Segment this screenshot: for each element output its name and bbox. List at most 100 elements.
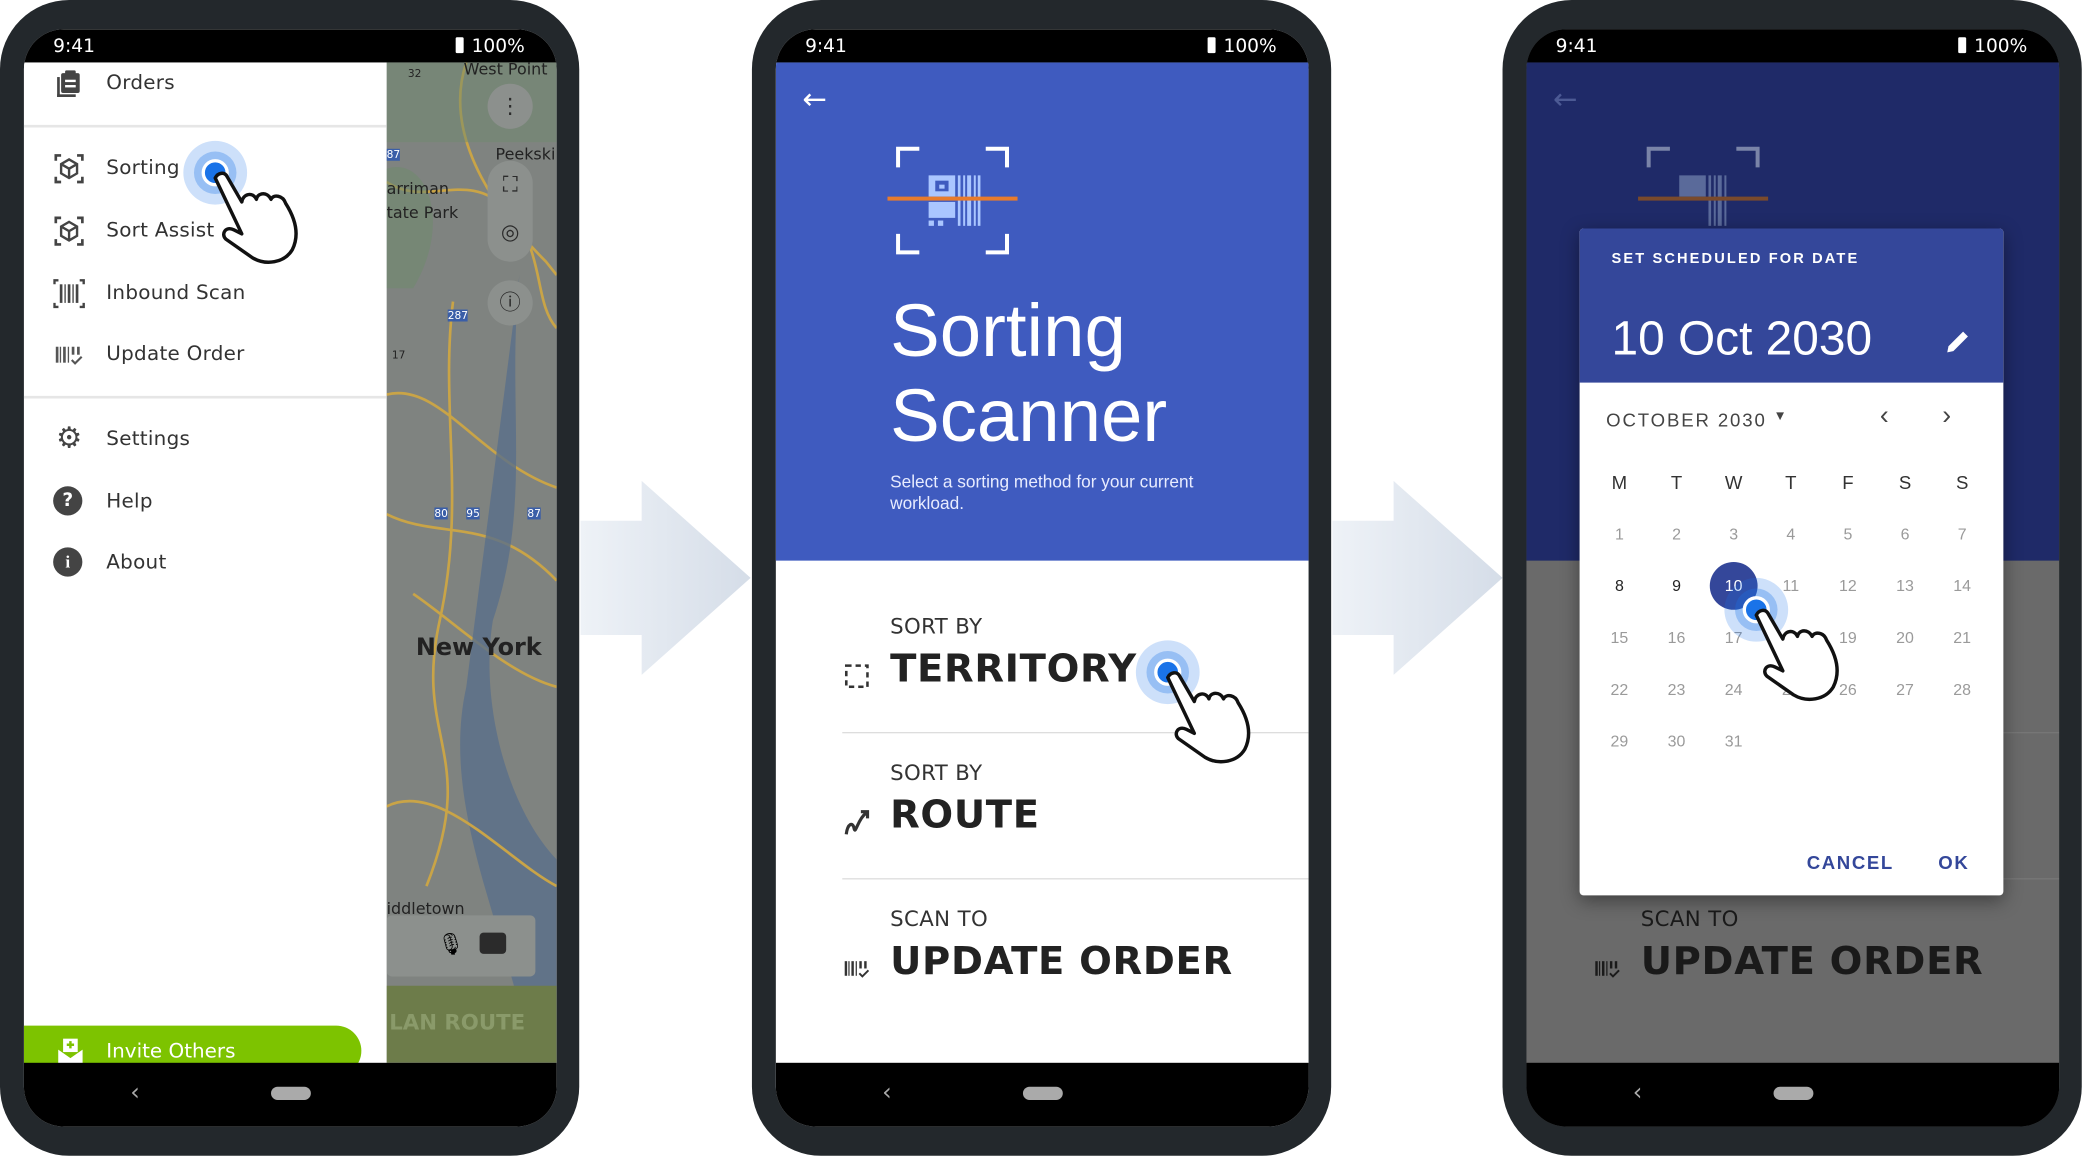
clipboard-icon <box>57 70 80 97</box>
barcode-check-icon <box>844 961 870 978</box>
invite-mail-icon <box>58 1038 83 1065</box>
fullscreen-icon[interactable]: ⛶ <box>488 161 533 209</box>
calendar-day[interactable]: 15 <box>1593 628 1646 647</box>
route-shield: 95 <box>466 507 480 520</box>
option-label: SCAN TO <box>890 906 989 932</box>
weekday-header: T <box>1670 471 1683 493</box>
drawer-item-label: About <box>106 549 167 574</box>
nav-back-icon[interactable]: ‹ <box>882 1079 892 1107</box>
drawer-item-inbound-scan[interactable]: Inbound Scan <box>24 270 387 318</box>
option-label: SCAN TO <box>1640 906 1739 932</box>
gear-icon: ⚙ <box>55 422 83 456</box>
calendar-day[interactable]: 29 <box>1593 732 1646 751</box>
battery-icon <box>1958 37 1967 54</box>
page-title: Sorting Scanner <box>890 288 1167 458</box>
calendar-day[interactable]: 5 <box>1821 525 1874 544</box>
option-value: UPDATE ORDER <box>890 937 1233 984</box>
tap-hand-cursor-icon <box>183 140 298 264</box>
plan-route-button[interactable]: LAN ROUTE <box>386 985 557 1063</box>
calendar-day[interactable]: 14 <box>1936 577 1989 596</box>
back-arrow-icon[interactable]: ← <box>802 84 826 117</box>
route-shield: 287 <box>447 309 469 322</box>
my-location-icon[interactable]: ◎ <box>488 209 533 257</box>
route-shield: 32 <box>407 67 422 80</box>
status-bar: 9:41 100% <box>1526 29 2060 63</box>
title-line: Sorting <box>890 288 1126 372</box>
weekday-header: S <box>1955 471 1969 493</box>
calendar-day[interactable]: 3 <box>1707 525 1760 544</box>
calendar-day[interactable]: 9 <box>1650 577 1703 596</box>
status-bar: 9:41 100% <box>775 29 1309 63</box>
calendar-day[interactable]: 16 <box>1650 628 1703 647</box>
calendar-day[interactable]: 28 <box>1936 680 1989 699</box>
calendar-day[interactable]: 8 <box>1593 577 1646 596</box>
more-options-icon[interactable]: ⋮ <box>487 83 533 129</box>
system-nav-bar: ‹ <box>775 1062 1309 1127</box>
hand-outline <box>1754 608 1839 702</box>
help-icon: ? <box>53 486 83 516</box>
calendar-day[interactable]: 31 <box>1707 732 1760 751</box>
phone-screen: ← Sorting Scanner Select a sorting metho… <box>775 29 1309 1127</box>
nav-back-icon[interactable]: ‹ <box>130 1079 140 1107</box>
scanner-header: ← Sorting Scanner Select a sorting metho… <box>775 62 1309 561</box>
step-arrow-icon <box>1332 480 1503 675</box>
route-shield: 80 <box>434 507 448 520</box>
ok-button[interactable]: OK <box>1938 852 1969 873</box>
option-value: ROUTE <box>890 791 1040 837</box>
option-value: UPDATE ORDER <box>1640 937 1984 984</box>
drawer-item-orders[interactable]: Orders <box>24 60 387 108</box>
weekday-header: M <box>1611 471 1628 493</box>
calendar-day[interactable]: 13 <box>1878 577 1931 596</box>
weekday-header: S <box>1898 471 1912 493</box>
option-label: SORT BY <box>890 613 983 640</box>
map-label: New York <box>415 633 542 662</box>
back-arrow-icon[interactable]: ← <box>1553 84 1577 117</box>
page-subtitle: Select a sorting method for your current… <box>890 471 1194 513</box>
nav-home-button[interactable] <box>1022 1086 1063 1100</box>
nav-home-button[interactable] <box>1773 1086 1814 1100</box>
status-time: 9:41 <box>805 35 847 58</box>
search-bar[interactable]: 🎙 <box>386 915 536 977</box>
map-view[interactable]: West Point Peekski arriman tate Park New… <box>386 62 557 1063</box>
calendar-day[interactable]: 7 <box>1936 525 1989 544</box>
status-time: 9:41 <box>1555 35 1598 58</box>
microphone-icon[interactable]: 🎙 <box>437 931 464 956</box>
drawer-item-label: Help <box>106 488 153 513</box>
calendar-day[interactable]: 23 <box>1650 680 1703 699</box>
calendar-day[interactable]: 6 <box>1878 525 1931 544</box>
option-scan-update-order[interactable]: SCAN TO UPDATE ORDER <box>776 879 1309 1012</box>
nav-back-icon[interactable]: ‹ <box>1633 1079 1643 1107</box>
invite-label: Invite Others <box>106 1038 236 1063</box>
map-label: West Point <box>463 62 548 79</box>
calendar-day[interactable]: 4 <box>1764 525 1817 544</box>
cancel-button[interactable]: CANCEL <box>1807 852 1894 873</box>
divider <box>23 124 387 128</box>
status-time: 9:41 <box>53 35 95 58</box>
calendar-day[interactable]: 27 <box>1878 680 1931 699</box>
cube-scan-icon <box>54 154 84 184</box>
drawer-item-label: Sorting <box>106 155 180 180</box>
battery-indicator: 100% <box>1207 35 1277 58</box>
battery-indicator: 100% <box>455 36 525 57</box>
route-icon <box>844 810 870 835</box>
calendar-day[interactable]: 30 <box>1650 732 1703 751</box>
calendar-day[interactable]: 21 <box>1936 628 1989 647</box>
title-line: Scanner <box>890 373 1168 458</box>
system-nav-bar: ‹ <box>23 1062 557 1127</box>
plan-route-label: LAN ROUTE <box>389 1009 526 1035</box>
drawer-item-help[interactable]: ? Help <box>24 478 387 526</box>
camera-icon[interactable] <box>479 932 507 954</box>
drawer-item-settings[interactable]: ⚙ Settings <box>24 416 387 464</box>
calendar-day[interactable]: 1 <box>1593 525 1646 544</box>
drawer-item-label: Settings <box>106 426 191 451</box>
drawer-item-update-order[interactable]: Update Order <box>24 331 387 379</box>
map-label: tate Park <box>386 203 459 222</box>
info-icon[interactable]: ⓘ <box>487 280 533 326</box>
drawer-item-label: Inbound Scan <box>106 280 246 305</box>
nav-home-button[interactable] <box>271 1086 311 1100</box>
drawer-item-about[interactable]: i About <box>24 539 387 587</box>
battery-level: 100% <box>1223 35 1277 58</box>
calendar-day[interactable]: 22 <box>1593 680 1646 699</box>
calendar-day[interactable]: 20 <box>1878 628 1931 647</box>
calendar-day[interactable]: 2 <box>1650 525 1703 544</box>
